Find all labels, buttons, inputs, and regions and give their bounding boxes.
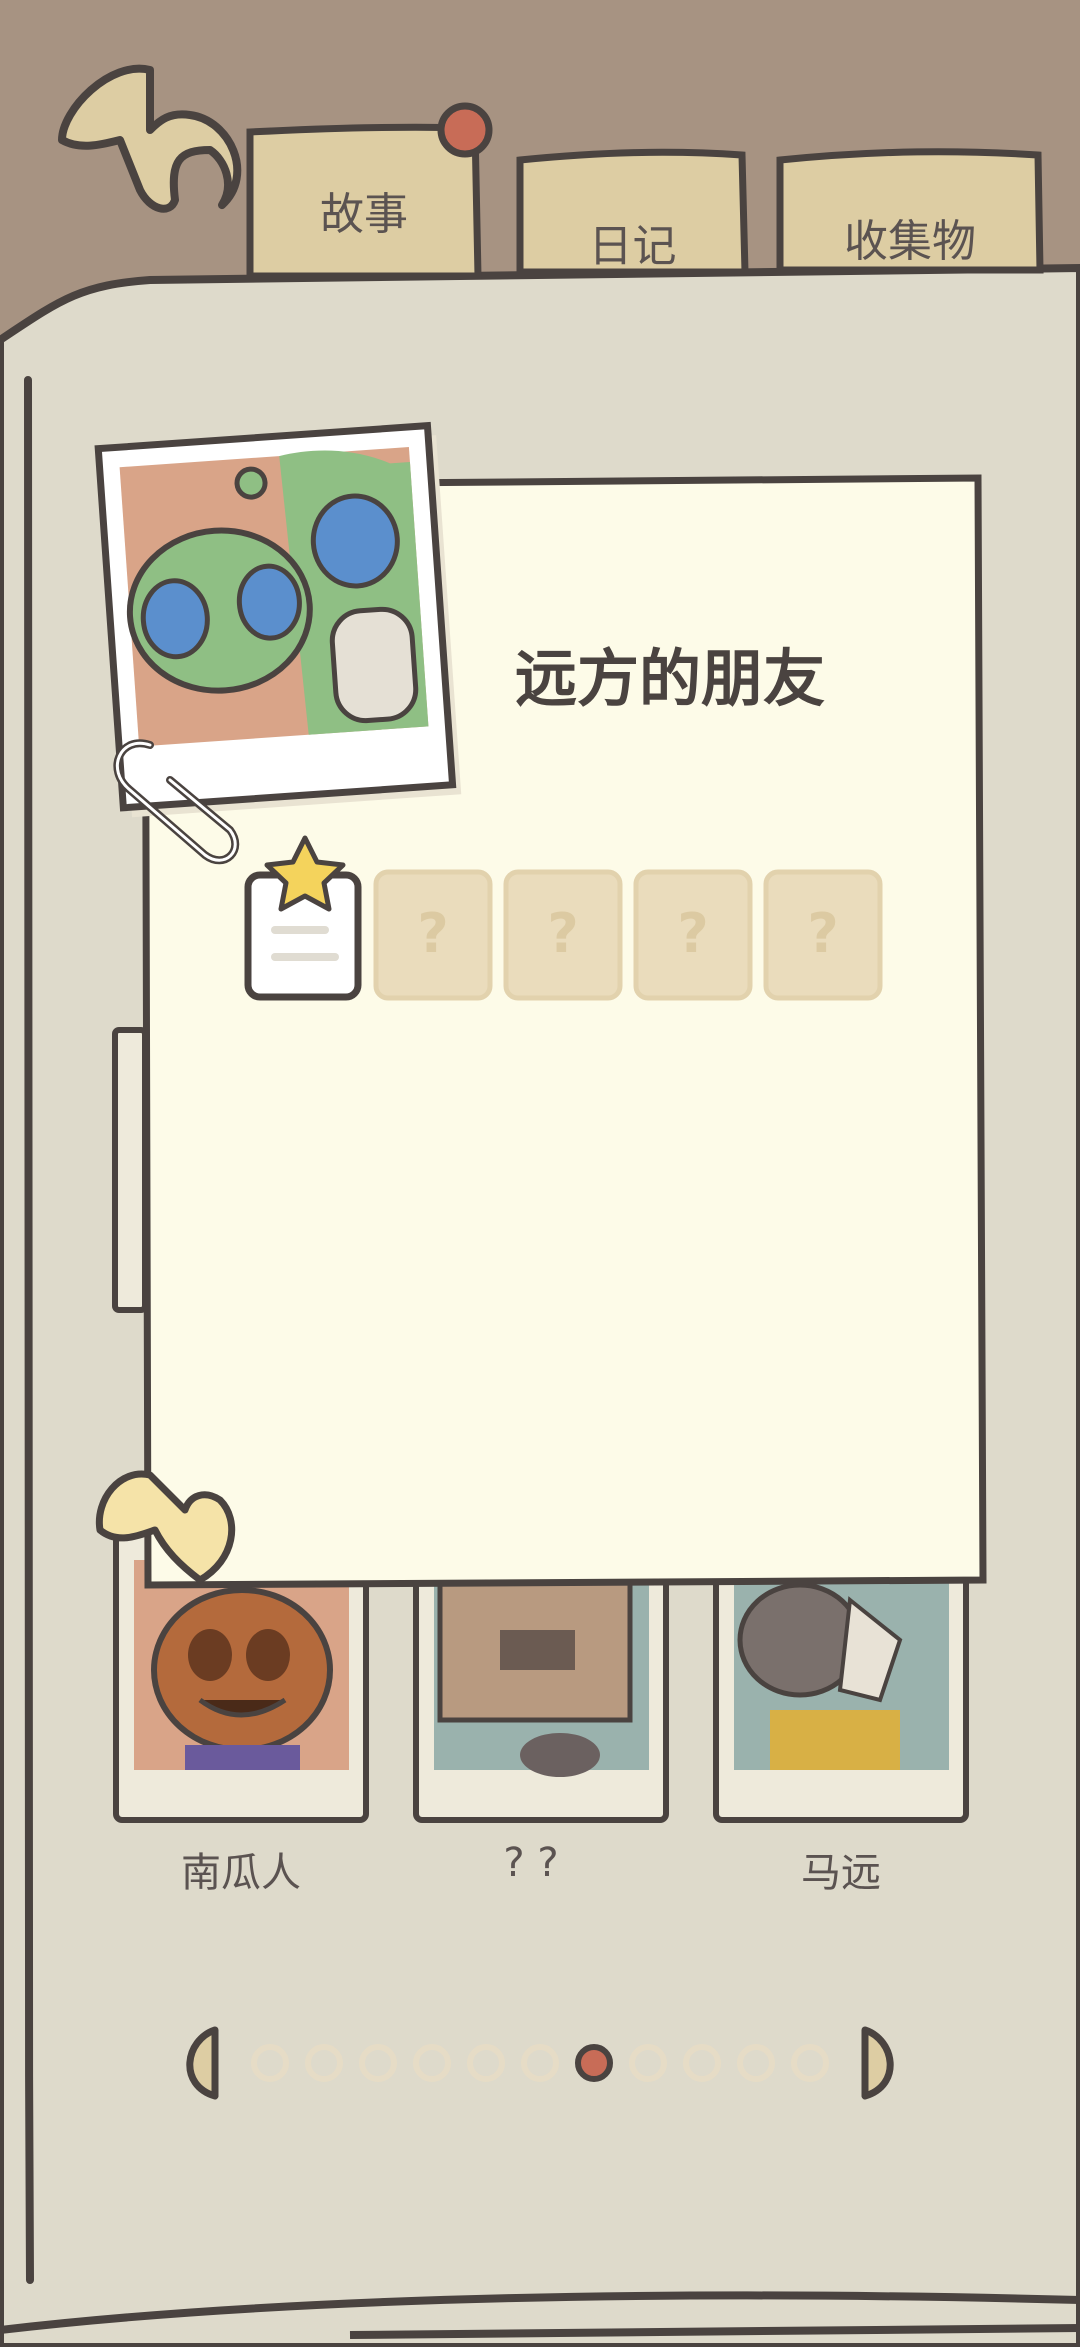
hidden-card-edge: [112, 1027, 148, 1313]
character-name-unknown: ? ?: [503, 1840, 559, 1886]
tab-diary-label: 日记: [588, 221, 677, 272]
locked-slot-mark: ?: [547, 902, 579, 965]
story-photo: [94, 421, 462, 818]
locked-slot-mark: ?: [807, 902, 839, 965]
book-screen: [0, 64, 1080, 2347]
notification-dot: [437, 102, 493, 158]
locked-slot-mark: ?: [417, 902, 449, 965]
locked-slot-mark: ?: [677, 902, 709, 965]
character-name-mayuan: 马远: [801, 1850, 881, 1896]
tab-story-label: 故事: [320, 189, 408, 240]
back-arrow-icon[interactable]: [58, 64, 242, 213]
book-spine-line: [24, 376, 34, 2284]
tab-collection-label: 收集物: [844, 216, 976, 267]
page-dot-current[interactable]: [575, 2044, 613, 2082]
character-name-pumpkin: 南瓜人: [181, 1850, 301, 1896]
story-title: 远方的朋友: [515, 642, 826, 715]
